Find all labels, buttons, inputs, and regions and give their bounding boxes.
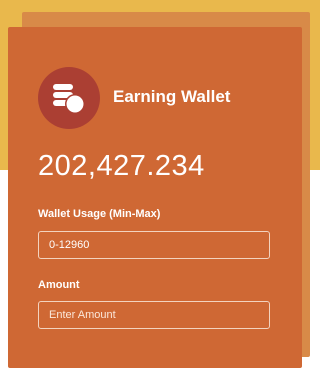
- wallet-usage-label: Wallet Usage (Min-Max): [38, 208, 161, 220]
- wallet-title: Earning Wallet: [113, 87, 231, 106]
- coins-icon-badge: [38, 67, 100, 129]
- coins-icon: [53, 84, 85, 114]
- amount-input[interactable]: [38, 301, 270, 329]
- amount-label: Amount: [38, 279, 80, 291]
- wallet-usage-field[interactable]: [38, 231, 270, 259]
- wallet-balance: 202,427.234: [38, 150, 205, 182]
- earning-wallet-card: Earning Wallet 202,427.234 Wallet Usage …: [8, 27, 302, 368]
